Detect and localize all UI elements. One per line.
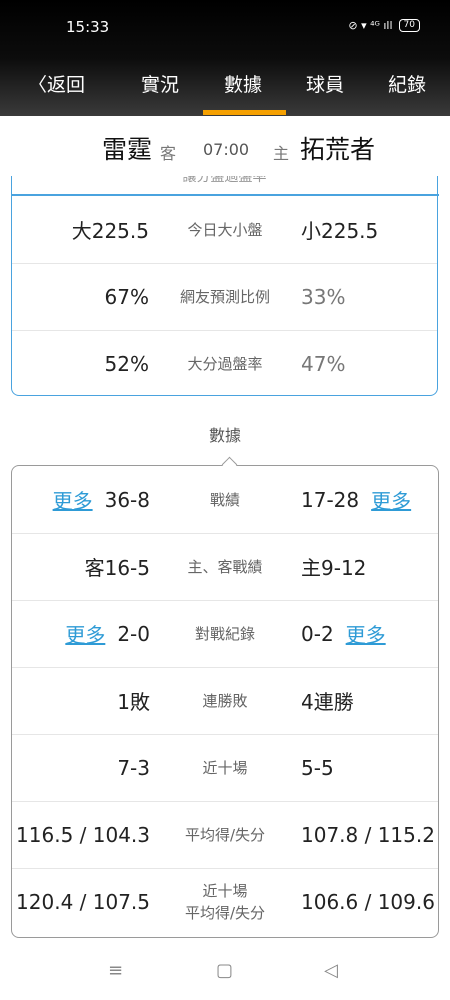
table-row: 116.5 / 104.3 平均得/失分 107.8 / 115.2 <box>12 801 438 869</box>
stats-section-title: 數據 <box>208 426 241 445</box>
away-value: 更多 36-8 <box>53 466 150 533</box>
away-value: 120.4 / 107.5 <box>16 889 150 914</box>
chevron-left-icon: 〈 <box>28 74 48 96</box>
back-nav-icon[interactable]: ◁ <box>324 960 338 981</box>
table-row: 更多 2-0 對戰紀錄 0-2 更多 <box>12 600 438 668</box>
row-label: 平均得/失分 <box>184 825 266 844</box>
home-icon[interactable]: ▢ <box>216 960 233 981</box>
away-value: 客16-5 <box>84 556 150 580</box>
home-more-link[interactable]: 更多 <box>371 485 411 514</box>
home-value: 主9-12 <box>301 556 367 580</box>
top-nav: 〈返回 實況 數據 球員 紀錄 <box>0 62 450 116</box>
home-value: 106.6 / 109.6 <box>301 889 435 914</box>
away-record: 36-8 <box>104 487 150 512</box>
table-row: 67% 網友預測比例 33% <box>12 263 437 331</box>
table-row: 1敗 連勝敗 4連勝 <box>12 667 438 735</box>
home-value: 17-28 更多 <box>301 466 411 533</box>
row-label: 主、客戰績 <box>187 557 263 576</box>
home-team-name: 拓荒者 <box>300 135 376 164</box>
away-value: 更多 2-0 <box>65 600 150 667</box>
table-row: 120.4 / 107.5 近十場 平均得/失分 106.6 / 109.6 <box>12 868 438 935</box>
match-time: 07:00 <box>203 140 250 159</box>
tab-records[interactable]: 紀錄 <box>388 70 426 97</box>
home-value: 小225.5 <box>301 219 379 243</box>
home-value: 0-2 更多 <box>301 600 386 667</box>
away-h2h: 2-0 <box>117 621 150 646</box>
back-label: 返回 <box>47 74 86 96</box>
status-time: 15:33 <box>66 18 110 36</box>
row-label: 對戰紀錄 <box>194 624 255 643</box>
table-row: 7-3 近十場 5-5 <box>12 734 438 802</box>
row-label: 戰績 <box>209 490 240 509</box>
away-value: 大225.5 <box>71 219 149 243</box>
tab-live[interactable]: 實況 <box>141 70 179 97</box>
away-value: 67% <box>104 284 149 309</box>
home-value: 47% <box>301 351 346 376</box>
status-bar: 15:33 ⊘ ▾ ⁴ᴳ ıll 70 <box>0 0 450 56</box>
away-value: 7-3 <box>117 755 150 780</box>
system-nav-bar: ≡ ▢ ◁ <box>0 940 450 1000</box>
away-value: 116.5 / 104.3 <box>16 822 150 847</box>
battery-icon: 70 <box>398 19 420 32</box>
home-value: 33% <box>301 284 346 309</box>
menu-icon[interactable]: ≡ <box>108 960 123 981</box>
home-record: 17-28 <box>301 487 360 512</box>
app-header: 15:33 ⊘ ▾ ⁴ᴳ ıll 70 〈返回 實況 數據 球員 紀錄 <box>0 0 450 116</box>
tab-stats[interactable]: 數據 <box>224 70 262 97</box>
row-label: 近十場 <box>202 758 248 777</box>
table-row: 更多 36-8 戰績 17-28 更多 <box>12 466 438 534</box>
row-label: 網友預測比例 <box>179 287 270 306</box>
away-more-link[interactable]: 更多 <box>53 485 93 514</box>
away-value: 52% <box>104 351 149 376</box>
away-h2h-more-link[interactable]: 更多 <box>65 619 105 648</box>
signal-icons: ⊘ ▾ ⁴ᴳ ıll <box>348 19 393 32</box>
row-label: 連勝敗 <box>202 691 248 710</box>
table-row: 52% 大分過盤率 47% <box>12 330 437 397</box>
home-tag: 主 <box>273 144 290 163</box>
away-tag: 客 <box>160 144 177 163</box>
tab-players[interactable]: 球員 <box>306 70 344 97</box>
home-h2h-more-link[interactable]: 更多 <box>346 619 386 648</box>
table-row: 大225.5 今日大小盤 小225.5 <box>12 196 437 264</box>
betting-card: 讓分盤過盤率 大225.5 今日大小盤 小225.5 67% 網友預測比例 33… <box>10 176 439 397</box>
away-team-name: 雷霆 <box>102 135 153 164</box>
row-label: 今日大小盤 <box>187 220 263 239</box>
home-value: 107.8 / 115.2 <box>301 822 435 847</box>
home-value: 4連勝 <box>301 690 354 714</box>
row-label: 近十場 平均得/失分 <box>184 881 266 922</box>
stats-card: 更多 36-8 戰績 17-28 更多 客16-5 主、客戰績 主9-12 更多 2-… <box>11 456 439 938</box>
back-button[interactable]: 〈返回 <box>28 70 85 97</box>
home-h2h: 0-2 <box>301 621 334 646</box>
row-label: 大分過盤率 <box>187 354 263 373</box>
matchup-bar: 雷霆 客 07:00 主 拓荒者 <box>0 116 450 176</box>
active-tab-indicator <box>203 110 286 115</box>
status-icons: ⊘ ▾ ⁴ᴳ ıll 70 <box>348 19 420 32</box>
table-row: 客16-5 主、客戰績 主9-12 <box>12 533 438 601</box>
home-value: 5-5 <box>301 755 334 780</box>
away-value: 1敗 <box>117 690 150 714</box>
